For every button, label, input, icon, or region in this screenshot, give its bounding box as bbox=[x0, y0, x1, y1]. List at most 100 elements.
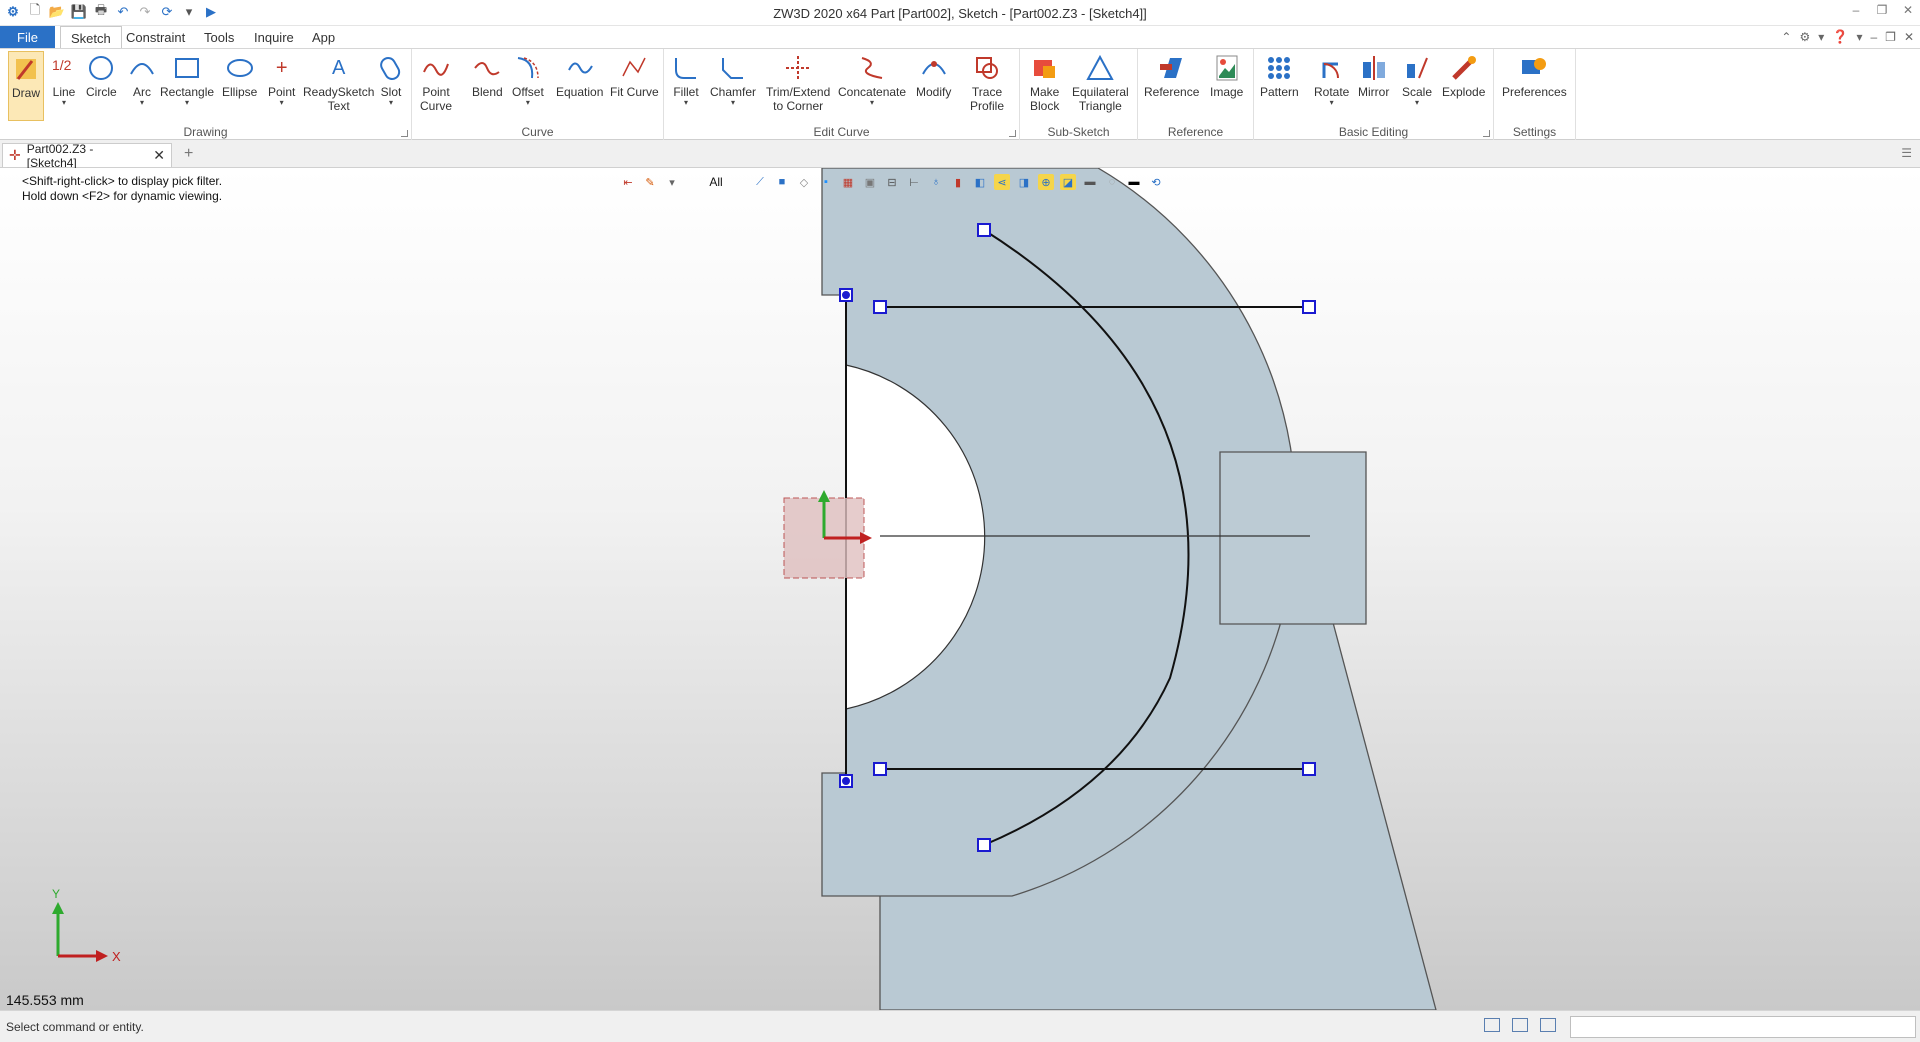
rotate-button[interactable]: Rotate ▾ bbox=[1314, 51, 1349, 107]
line-button[interactable]: 1/2 Line ▾ bbox=[50, 51, 78, 107]
tab-file[interactable]: File bbox=[0, 26, 55, 48]
equilateral-triangle-button[interactable]: Equilateral Triangle bbox=[1072, 51, 1129, 113]
tab-tools[interactable]: Tools bbox=[194, 26, 244, 48]
scale-button[interactable]: Scale ▾ bbox=[1402, 51, 1432, 107]
point-button[interactable]: + Point ▾ bbox=[268, 51, 295, 107]
doc-close-icon[interactable]: ✕ bbox=[1904, 30, 1914, 44]
display-mode-icon[interactable]: ◧ bbox=[972, 174, 988, 190]
graphics-viewport[interactable]: X Y <Shift-right-click> to display pick … bbox=[0, 168, 1920, 1010]
mirror-button[interactable]: Mirror bbox=[1358, 51, 1389, 99]
pattern-button[interactable]: Pattern bbox=[1260, 51, 1299, 99]
preferences-button[interactable]: Preferences bbox=[1502, 51, 1567, 99]
rectangle-button[interactable]: Rectangle ▾ bbox=[160, 51, 214, 107]
equation-button[interactable]: Equation bbox=[556, 51, 603, 99]
close-icon[interactable]: ✕ bbox=[1900, 3, 1916, 17]
filter-icon[interactable]: ▾ bbox=[664, 174, 680, 190]
trace-profile-button[interactable]: Trace Profile bbox=[970, 51, 1004, 113]
reference-icon bbox=[1158, 51, 1186, 85]
modify-button[interactable]: Modify bbox=[916, 51, 951, 99]
tab-constraint[interactable]: Constraint bbox=[116, 26, 195, 48]
minimize-icon[interactable]: – bbox=[1848, 3, 1864, 17]
exit-sketch-icon[interactable]: ⇤ bbox=[620, 174, 636, 190]
close-tab-icon[interactable]: ✕ bbox=[153, 147, 165, 164]
point-icon: + bbox=[275, 56, 288, 79]
chevron-down-icon[interactable]: ▾ bbox=[389, 99, 393, 107]
chevron-down-icon[interactable]: ▾ bbox=[1330, 99, 1334, 107]
chevron-down-icon[interactable]: ▾ bbox=[526, 99, 530, 107]
draw-button[interactable]: Draw bbox=[8, 51, 45, 121]
chamfer-button[interactable]: Chamfer ▾ bbox=[710, 51, 756, 107]
point-curve-button[interactable]: Point Curve bbox=[420, 51, 452, 113]
chevron-down-icon[interactable]: ▾ bbox=[1415, 99, 1419, 107]
tab-list-menu-icon[interactable]: ☰ bbox=[1901, 146, 1912, 160]
maximize-icon[interactable]: ❐ bbox=[1874, 3, 1890, 17]
fit-view-icon[interactable]: ▣ bbox=[862, 174, 878, 190]
target-icon[interactable]: ⊕ bbox=[1038, 174, 1054, 190]
blend-button[interactable]: Blend bbox=[472, 51, 503, 99]
reference-button[interactable]: Reference bbox=[1144, 51, 1199, 99]
chevron-down-icon[interactable]: ▾ bbox=[684, 99, 688, 107]
tab-app[interactable]: App bbox=[302, 26, 345, 48]
layout-icon[interactable] bbox=[1484, 1018, 1500, 1032]
chevron-down-icon[interactable]: ▾ bbox=[731, 99, 735, 107]
group-launcher-icon[interactable] bbox=[401, 130, 408, 137]
grid-icon[interactable]: ▦ bbox=[840, 174, 856, 190]
pencil-icon[interactable]: ✎ bbox=[642, 174, 658, 190]
svg-text:1/2: 1/2 bbox=[52, 57, 72, 73]
fillet-button[interactable]: Fillet ▾ bbox=[672, 51, 700, 107]
chevron-down-icon[interactable]: ▾ bbox=[62, 99, 66, 107]
line-style-icon[interactable]: ▬ bbox=[1126, 174, 1142, 190]
ribbon-tabs: File Sketch Constraint Tools Inquire App… bbox=[0, 26, 1920, 48]
display-icon[interactable] bbox=[1512, 1018, 1528, 1032]
chevron-down-icon[interactable]: ▾ bbox=[870, 99, 874, 107]
help-icon[interactable]: ❓ bbox=[1832, 29, 1848, 45]
group-launcher-icon[interactable] bbox=[1483, 130, 1490, 137]
transparency-icon[interactable]: ◌ bbox=[1104, 174, 1120, 190]
dimension-icon[interactable]: ⊢ bbox=[906, 174, 922, 190]
sketch-canvas[interactable]: X Y bbox=[0, 168, 1920, 1010]
pick-filter-select[interactable]: All bbox=[686, 175, 746, 189]
tab-sketch[interactable]: Sketch bbox=[60, 26, 122, 48]
fit-curve-button[interactable]: Fit Curve bbox=[610, 51, 659, 99]
section-icon[interactable]: ⊟ bbox=[884, 174, 900, 190]
make-block-button[interactable]: Make Block bbox=[1030, 51, 1059, 113]
view-rotate-icon[interactable]: ⟲ bbox=[1148, 174, 1164, 190]
explode-button[interactable]: Explode bbox=[1442, 51, 1485, 99]
render-icon[interactable]: ▬ bbox=[1082, 174, 1098, 190]
plane-view-icon[interactable]: ▪ bbox=[818, 174, 834, 190]
add-tab-icon[interactable]: + bbox=[184, 145, 193, 163]
slot-button[interactable]: Slot ▾ bbox=[377, 51, 405, 107]
light-icon[interactable]: ♁ bbox=[928, 174, 944, 190]
tab-inquire[interactable]: Inquire bbox=[244, 26, 304, 48]
gear-icon[interactable]: ⚙ bbox=[1799, 30, 1810, 44]
pin-icon: ✛ bbox=[9, 147, 21, 163]
shaded-view-icon[interactable]: ■ bbox=[774, 174, 790, 190]
ellipse-button[interactable]: Ellipse bbox=[222, 51, 257, 99]
circle-button[interactable]: Circle bbox=[86, 51, 117, 99]
color-icon[interactable]: ▮ bbox=[950, 174, 966, 190]
concatenate-button[interactable]: Concatenate ▾ bbox=[838, 51, 906, 107]
chevron-down-icon[interactable]: ▾ bbox=[185, 99, 189, 107]
doc-minimize-icon[interactable]: – bbox=[1870, 30, 1877, 44]
sketch-display-icon[interactable]: ◪ bbox=[1060, 174, 1076, 190]
chevron-down-icon[interactable]: ▾ bbox=[1818, 30, 1824, 44]
arc-button[interactable]: Arc ▾ bbox=[128, 51, 156, 107]
image-button[interactable]: Image bbox=[1210, 51, 1243, 99]
doc-restore-icon[interactable]: ❐ bbox=[1885, 30, 1896, 44]
chevron-down-icon[interactable]: ▾ bbox=[140, 99, 144, 107]
command-input[interactable] bbox=[1570, 1016, 1916, 1038]
cube-view-icon[interactable]: ◇ bbox=[796, 174, 812, 190]
readysketch-text-button[interactable]: A ReadySketch Text bbox=[303, 51, 374, 114]
trim-extend-button[interactable]: Trim/Extend to Corner bbox=[766, 51, 830, 113]
chevron-down-icon[interactable]: ▾ bbox=[1856, 30, 1862, 44]
offset-button[interactable]: Offset ▾ bbox=[512, 51, 544, 107]
list-icon[interactable] bbox=[1540, 1018, 1556, 1032]
group-launcher-icon[interactable] bbox=[1009, 130, 1016, 137]
constraint-display-icon[interactable]: ⋖ bbox=[994, 174, 1010, 190]
orient-icon[interactable]: ◨ bbox=[1016, 174, 1032, 190]
document-tab[interactable]: ✛ Part002.Z3 - [Sketch4] ✕ bbox=[2, 142, 172, 170]
collapse-ribbon-icon[interactable]: ⌃ bbox=[1781, 30, 1791, 44]
origin-triad[interactable] bbox=[783, 490, 872, 579]
snap-icon[interactable]: ⟋ bbox=[752, 174, 768, 190]
chevron-down-icon[interactable]: ▾ bbox=[280, 99, 284, 107]
